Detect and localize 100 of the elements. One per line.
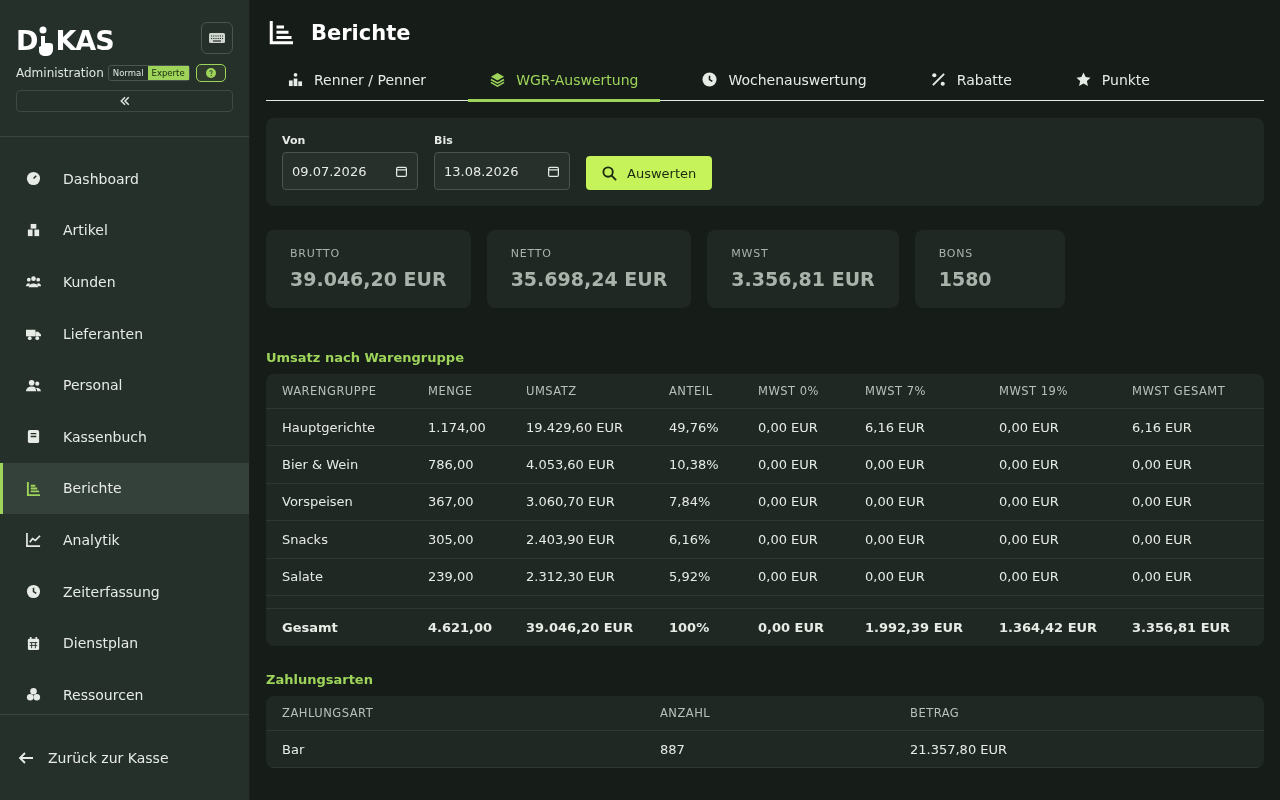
table-cell-text: Snacks — [282, 531, 329, 547]
mode-option[interactable]: Normal — [108, 66, 148, 80]
column-header: UMSATZ — [526, 384, 578, 398]
table-cell-text: 0,00 EUR — [865, 569, 926, 585]
table-cell-text: 7,84% — [669, 494, 712, 510]
podium-icon — [288, 72, 303, 87]
column-header: BETRAG — [910, 705, 961, 720]
keyboard-button[interactable] — [201, 22, 233, 54]
chart-list-icon — [26, 480, 41, 496]
table-cell-text: 2.403,90 EUR — [526, 531, 616, 547]
tab[interactable]: Rabatte — [908, 60, 1034, 102]
table-cell-text: 305,00 — [428, 531, 475, 547]
clock-icon — [702, 72, 718, 87]
table-cell-text: 10,38% — [669, 457, 720, 473]
column-header: MENGE — [428, 384, 474, 398]
page-title: Berichte — [311, 21, 411, 45]
chart-list-icon — [269, 21, 293, 45]
table-cell-text: 0,00 EUR — [758, 531, 819, 547]
table-cell-text: 0,00 EUR — [758, 457, 819, 473]
sidebar-item[interactable]: Lieferanten — [0, 307, 249, 360]
sidebar-item[interactable]: Kassenbuch — [0, 410, 249, 463]
sidebar-item[interactable]: Dienstplan — [0, 617, 249, 669]
sidebar-item[interactable]: Analytik — [0, 514, 249, 566]
table-cell-text: 6,16% — [669, 531, 712, 547]
stat-value: 35.698,24 EUR — [510, 268, 668, 290]
keyboard-icon — [209, 30, 225, 46]
table-cell-text: 0,00 EUR — [865, 531, 926, 547]
table-cell-text: 19.429,60 EUR — [526, 419, 625, 435]
boxes-icon — [26, 222, 41, 238]
column-header: MWST 19% — [999, 384, 1069, 398]
help-button[interactable] — [195, 64, 226, 82]
stat-value: 39.046,20 EUR — [290, 268, 447, 290]
date-field[interactable]: 13.08.2026 — [434, 152, 570, 190]
table-cell-text: 0,00 EUR — [1132, 494, 1193, 510]
column-header: ZAHLUNGSART — [282, 705, 375, 720]
table-cell-text: 0,00 EUR — [1132, 457, 1193, 473]
people-icon — [26, 274, 41, 290]
section-title: Umsatz nach Warengruppe — [266, 350, 465, 365]
table-cell-text: 0,00 EUR — [758, 419, 819, 435]
search-icon — [602, 165, 617, 181]
tab[interactable]: Wochenauswertung — [680, 60, 889, 102]
book-icon — [26, 429, 41, 445]
column-header: ANTEIL — [669, 384, 714, 398]
stat-label: BRUTTO — [290, 247, 341, 260]
table-cell-text: Bier & Wein — [282, 457, 360, 473]
table-cell-text: 887 — [660, 741, 686, 757]
table-cell-text: 49,76% — [669, 419, 720, 435]
total-cell-text: 3.356,81 EUR — [1132, 619, 1232, 635]
stat-label: NETTO — [510, 247, 553, 260]
tab[interactable]: Punkte — [1053, 60, 1172, 102]
field-label: Von — [282, 134, 307, 147]
layers-icon — [490, 72, 506, 87]
calendar-icon — [395, 164, 408, 178]
total-cell-text: 1.992,39 EUR — [865, 619, 965, 635]
sidebar-item[interactable]: Berichte — [0, 462, 249, 515]
evaluate-button[interactable]: Auswerten — [586, 156, 713, 190]
sidebar-item[interactable]: Personal — [0, 359, 249, 411]
date-field[interactable]: 09.07.2026 — [282, 152, 418, 190]
calendar-icon — [26, 635, 41, 651]
mode-option[interactable]: Experte — [147, 66, 189, 80]
table-cell-text: Bar — [282, 741, 306, 757]
stat-value: 1580 — [938, 268, 993, 290]
stat-label: BONS — [938, 247, 975, 260]
sidebar-item[interactable]: Artikel — [0, 204, 249, 257]
column-header: MWST 7% — [865, 384, 928, 398]
table-cell-text: Salate — [282, 569, 324, 585]
table-cell-text: 0,00 EUR — [999, 494, 1060, 510]
double-chevron-left-icon — [118, 95, 131, 107]
tab[interactable]: Renner / Penner — [266, 60, 449, 102]
table-cell-text: 21.357,80 EUR — [910, 741, 1009, 757]
table-cell-text: 367,00 — [428, 494, 475, 510]
sidebar-item[interactable]: Dashboard — [0, 153, 249, 205]
column-header: ANZAHL — [660, 705, 712, 720]
table-cell-text: 3.060,70 EUR — [526, 494, 616, 510]
gauge-icon — [26, 171, 41, 187]
help-icon — [205, 68, 216, 78]
total-cell-text: Gesamt — [282, 619, 339, 635]
table-cell-text: 0,00 EUR — [999, 531, 1060, 547]
table-cell-text: 4.053,60 EUR — [526, 457, 616, 473]
back-link[interactable]: Zurück zur Kasse — [18, 749, 169, 766]
sidebar-item[interactable]: Kunden — [0, 256, 249, 308]
sidebar-item[interactable]: Zeiterfassung — [0, 565, 249, 618]
table-cell-text: 0,00 EUR — [758, 494, 819, 510]
table-cell-text: 6,16 EUR — [865, 419, 926, 435]
tab[interactable]: WGR-Auswertung — [468, 60, 661, 102]
logo: D KAS — [16, 24, 114, 56]
circles-icon — [26, 687, 41, 703]
total-cell-text: 100% — [669, 619, 711, 635]
table-cell-text: 0,00 EUR — [1132, 531, 1193, 547]
column-header: MWST 0% — [758, 384, 821, 398]
percent-icon — [930, 72, 946, 87]
calendar-icon — [547, 164, 560, 178]
table-cell-text: 0,00 EUR — [999, 457, 1060, 473]
people-icon — [26, 377, 41, 393]
table-cell-text: 5,92% — [669, 569, 712, 585]
sidebar-item[interactable]: Ressourcen — [0, 668, 249, 714]
table-cell-text: 0,00 EUR — [999, 569, 1060, 585]
table-cell-text: Hauptgerichte — [282, 419, 377, 435]
stat-value: 3.356,81 EUR — [731, 268, 875, 290]
total-cell-text: 0,00 EUR — [758, 619, 826, 635]
